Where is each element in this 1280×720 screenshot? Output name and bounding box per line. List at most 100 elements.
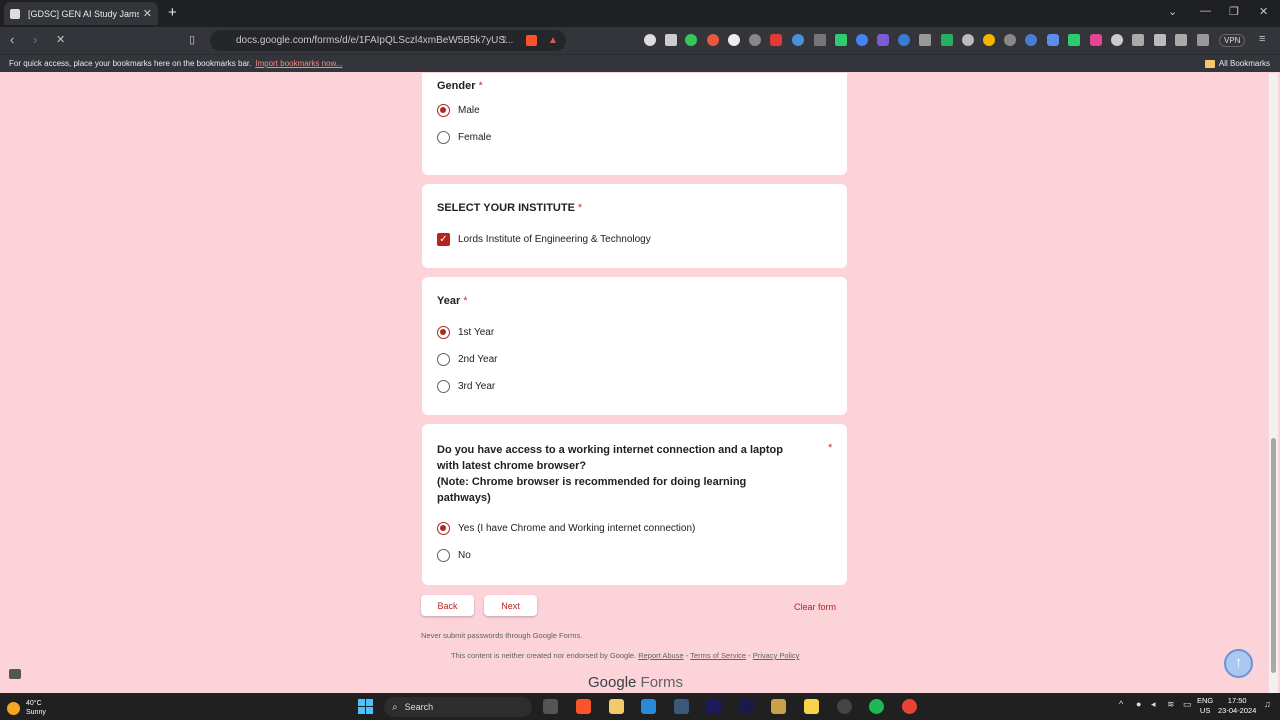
tab-close-icon[interactable]: ✕ [143,7,152,20]
address-url[interactable]: docs.google.com/forms/d/e/1FAIpQLSczl4xm… [236,35,566,46]
drive-extension-icon[interactable] [983,34,995,46]
weather-widget[interactable]: 40°C Sunny [7,699,46,717]
blue-extension-icon[interactable] [792,34,804,46]
capture-extension-icon[interactable] [1111,34,1123,46]
all-bookmarks-button[interactable]: All Bookmarks [1204,59,1270,68]
check-extension-icon[interactable] [856,34,868,46]
download-extension-icon[interactable] [941,34,953,46]
extensions-puzzle-icon[interactable] [1154,34,1166,46]
task-view-icon[interactable] [543,699,558,714]
option-male[interactable]: Male [437,104,480,117]
purple-extension-icon[interactable] [877,34,889,46]
sticky-notes-icon[interactable] [804,699,819,714]
obs-icon[interactable] [837,699,852,714]
stop-loading-icon[interactable]: ✕ [56,33,65,46]
restore-icon[interactable]: ❐ [1229,5,1239,18]
taskbar-clock[interactable]: 17:50 23-04-2024 [1218,696,1256,716]
back-arrow-icon[interactable]: ‹ [10,32,14,47]
option-yes[interactable]: Yes (I have Chrome and Working internet … [437,522,695,535]
taskbar-search[interactable]: ⌕ Search [384,697,532,717]
vpn-button[interactable]: VPN [1219,34,1246,47]
menu-icon[interactable]: ≡ [1259,33,1265,45]
brave-rewards-icon[interactable]: ▲ [548,35,558,46]
radio-selected[interactable] [437,522,450,535]
lock-extension-icon[interactable] [919,34,931,46]
back-button[interactable]: Back [421,595,474,616]
record-extension-icon[interactable] [770,34,782,46]
tab-search-chevron-icon[interactable]: ⌄ [1168,5,1177,18]
privacy-link[interactable]: Privacy Policy [753,651,800,660]
option-female[interactable]: Female [437,131,491,144]
browser-tab[interactable]: [GDSC] GEN AI Study Jams 2024 ✕ [4,2,158,25]
radio-unselected[interactable] [437,353,450,366]
import-bookmarks-link[interactable]: Import bookmarks now... [255,59,342,68]
battery-icon[interactable]: ▭ [1183,699,1192,710]
page-scrollbar[interactable] [1269,73,1278,693]
notification-bell-icon[interactable]: ♫ [1264,699,1271,709]
brave-taskbar-icon[interactable] [576,699,591,714]
terms-link[interactable]: Terms of Service [690,651,746,660]
radio-unselected[interactable] [437,131,450,144]
compass-extension-icon[interactable] [1004,34,1016,46]
option-label: 1st Year [458,327,495,338]
app-icon[interactable] [674,699,689,714]
spotify-icon[interactable] [869,699,884,714]
tray-chevron-icon[interactable]: ^ [1119,699,1123,709]
radio-selected[interactable] [437,326,450,339]
feedback-icon[interactable] [9,669,21,679]
scroll-to-top-icon[interactable]: ↑ [1224,649,1253,678]
scrollbar-thumb[interactable] [1271,438,1276,673]
puzzle-extension-icon[interactable] [962,34,974,46]
feather-extension-icon[interactable] [1025,34,1037,46]
bookmark-page-icon[interactable]: ▯ [189,33,195,46]
checkbox-checked-icon[interactable]: ✓ [437,233,450,246]
option-lords-institute[interactable]: ✓ Lords Institute of Engineering & Techno… [437,233,651,246]
add-extension-icon[interactable] [728,34,740,46]
vscode-icon[interactable] [641,699,656,714]
windows-start-icon[interactable] [358,699,373,714]
question-title: SELECT YOUR INSTITUTE * [437,202,582,214]
option-no[interactable]: No [437,549,471,562]
red-extension-icon[interactable] [707,34,719,46]
pin-extension-icon[interactable] [1068,34,1080,46]
new-tab-button[interactable]: + [168,4,177,21]
radio-selected[interactable] [437,104,450,117]
report-abuse-link[interactable]: Report Abuse [638,651,683,660]
wifi-icon[interactable]: ≋ [1167,699,1175,710]
green-extension-icon[interactable] [685,34,697,46]
after-effects-icon[interactable] [739,699,754,714]
palette-extension-icon[interactable] [1090,34,1102,46]
chat-extension-icon[interactable] [1047,34,1059,46]
option-3rd-year[interactable]: 3rd Year [437,380,495,393]
wallet-icon[interactable] [1197,34,1209,46]
pen-extension-icon[interactable] [665,34,677,46]
brave-shields-icon[interactable] [526,35,537,46]
extension-icon[interactable] [644,34,656,46]
sublime-icon[interactable] [771,699,786,714]
premiere-pro-icon[interactable] [706,699,721,714]
volume-icon[interactable]: ◂ [1151,699,1156,710]
google-forms-logo[interactable]: Google Forms [588,674,683,691]
share-icon[interactable]: ⇪ [500,35,508,46]
forward-arrow-icon[interactable]: › [33,32,37,47]
next-button[interactable]: Next [484,595,537,616]
chrome-icon[interactable] [902,699,917,714]
file-explorer-icon[interactable] [609,699,624,714]
minimize-icon[interactable]: — [1200,5,1211,17]
option-1st-year[interactable]: 1st Year [437,326,494,339]
person-extension-icon[interactable] [749,34,761,46]
vpn-extension-icon[interactable] [898,34,910,46]
camera-extension-icon[interactable] [1132,34,1144,46]
language-indicator[interactable]: ENG US [1197,696,1213,716]
microphone-icon[interactable]: ● [1136,699,1141,709]
bolt-extension-icon[interactable] [835,34,847,46]
translate-extension-icon[interactable] [814,34,826,46]
separator: - [748,651,751,660]
option-2nd-year[interactable]: 2nd Year [437,353,498,366]
address-bar[interactable]: docs.google.com/forms/d/e/1FAIpQLSczl4xm… [210,30,566,51]
sidebar-icon[interactable] [1175,34,1187,46]
clear-form-button[interactable]: Clear form [794,602,836,612]
radio-unselected[interactable] [437,549,450,562]
radio-unselected[interactable] [437,380,450,393]
close-window-icon[interactable]: ✕ [1259,5,1268,18]
